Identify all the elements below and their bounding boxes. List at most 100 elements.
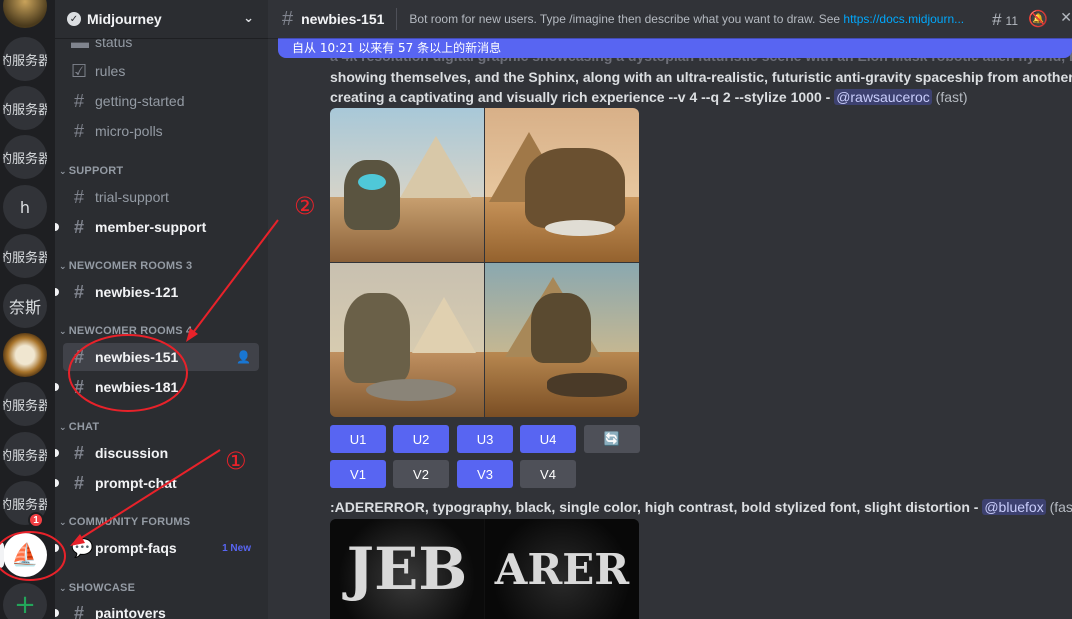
unread-pill [55,288,59,296]
server-icon-6[interactable]: 的服务器 [3,234,47,278]
chevron-down-icon: ⌄ [59,261,67,271]
channel-label: rules [95,63,126,79]
upscale-1-button[interactable]: U1 [330,425,386,453]
category-support[interactable]: ⌄ SUPPORT [59,165,123,177]
forum-icon: 💬 [71,537,94,558]
chevron-down-icon: ⌄ [59,517,67,527]
image-quadrant-4[interactable] [485,263,639,417]
channel-prompt-chat[interactable]: # prompt-chat [55,469,259,497]
typography-image-1[interactable]: JEB [330,519,484,619]
refresh-icon: 🔄 [603,431,621,446]
server-label: h [19,197,31,217]
channel-label: newbies-121 [95,284,179,300]
category-newcomer-4[interactable]: ⌄ NEWCOMER ROOMS 4 [59,325,192,337]
channel-rules[interactable]: ☑ rules [63,57,259,85]
header-divider [396,8,398,30]
server-icon-9[interactable]: 的服务器 [3,382,47,426]
variation-3-button[interactable]: V3 [457,460,513,488]
image-quadrant-1[interactable] [330,108,484,262]
hash-icon: # [73,472,84,493]
variation-2-button[interactable]: V2 [393,460,449,488]
threads-icon: # [992,10,1002,29]
server-icon-1[interactable] [3,0,47,28]
add-server-button[interactable]: + [3,583,47,619]
category-label: COMMUNITY FORUMS [68,516,191,528]
typography-image-2[interactable]: ARER [485,519,639,619]
image-quadrant-2[interactable] [485,108,639,262]
server-icon-4[interactable]: 的服务器 [3,135,47,179]
checkbox-icon: ☑ [71,60,88,81]
user-mention[interactable]: @bluefox [982,499,1046,515]
threads-button[interactable]: #11 [992,10,1018,30]
server-rail: 的服务器 的服务器 的服务器 h 的服务器 奈斯 的服务器 的服务器 的服务器 … [0,0,55,619]
channel-label: micro-polls [95,123,163,139]
channel-paintovers[interactable]: # paintovers [55,599,259,619]
threads-hash-icon: # [73,186,84,207]
upscale-3-button[interactable]: U3 [457,425,513,453]
guild-name: Midjourney [87,11,162,27]
channel-label: newbies-181 [95,379,179,395]
speed-tag: (fast) [935,89,968,105]
user-mention[interactable]: @rawsauceroc [834,89,932,105]
channel-micro-polls[interactable]: # micro-polls [63,117,259,145]
message-1-line-2: showing themselves, and the Sphinx, alon… [330,69,1072,85]
reroll-button[interactable]: 🔄 [584,425,640,453]
threads-hash-icon: # [73,281,84,302]
more-icon[interactable]: ✕ [1060,9,1072,26]
upscale-2-button[interactable]: U2 [393,425,449,453]
variation-4-button[interactable]: V4 [520,460,576,488]
server-icon-clock[interactable] [3,333,47,377]
server-icon-2[interactable]: 的服务器 [3,37,47,81]
message-text: creating a captivating and visually rich… [330,89,835,105]
channel-label: prompt-faqs [95,540,177,556]
unread-pill [55,479,59,487]
upscale-4-button[interactable]: U4 [520,425,576,453]
typography-image-grid[interactable]: JEB ARER [330,519,639,619]
channel-newbies-121[interactable]: # newbies-121 [55,278,259,306]
chevron-down-icon: ⌄ [59,583,67,593]
category-community-forums[interactable]: ⌄ COMMUNITY FORUMS [59,516,190,528]
guild-header[interactable]: ✓ Midjourney ⌄ [55,0,268,38]
message-text: :ADERERROR, typography, black, single co… [330,499,983,515]
invite-member-icon[interactable]: 👤 [236,350,251,364]
generated-image-grid[interactable] [330,108,639,417]
unread-pill [55,449,59,457]
server-icon-10[interactable]: 的服务器 [3,432,47,476]
channel-getting-started[interactable]: # getting-started [63,87,259,115]
midjourney-server-icon[interactable]: ⛵ [3,533,47,577]
channel-newbies-151[interactable]: # newbies-151 👤 [63,343,259,371]
server-label: 的服务器 [3,151,47,167]
channel-label: member-support [95,219,207,235]
category-chat[interactable]: ⌄ CHAT [59,421,99,433]
mute-bell-icon[interactable]: 🔕 [1028,9,1048,29]
channel-label: trial-support [95,189,169,205]
discord-window: 的服务器 的服务器 的服务器 h 的服务器 奈斯 的服务器 的服务器 的服务器 … [0,0,1072,619]
channel-topic[interactable]: Bot room for new users. Type /imagine th… [409,12,965,26]
unread-pill [55,383,59,391]
threads-hash-icon: # [282,7,294,30]
category-newcomer-3[interactable]: ⌄ NEWCOMER ROOMS 3 [59,260,192,272]
category-label: NEWCOMER ROOMS 3 [68,260,193,272]
category-showcase[interactable]: ⌄ SHOWCASE [59,582,135,594]
new-messages-bar[interactable]: 自从 10:21 以来有 57 条以上的新消息 [278,38,1072,58]
image-quadrant-3[interactable] [330,263,484,417]
channel-label: prompt-chat [95,475,177,491]
server-label: 的服务器 [3,497,47,513]
channel-member-support[interactable]: # member-support [55,213,259,241]
chevron-down-icon: ⌄ [59,422,67,432]
message-1-line-3: creating a captivating and visually rich… [330,87,968,107]
variation-1-button[interactable]: V1 [330,460,386,488]
speed-tag: (fast) [1049,499,1072,515]
channel-prompt-faqs[interactable]: 💬 prompt-faqs 1 New [55,534,259,562]
topic-link[interactable]: https://docs.midjourn... [843,12,964,26]
channel-trial-support[interactable]: # trial-support [63,183,259,211]
channel-title: newbies-151 [301,11,385,27]
channel-newbies-181[interactable]: # newbies-181 [55,373,259,401]
channel-discussion[interactable]: # discussion [55,439,259,467]
server-icon-naisi[interactable]: 奈斯 [3,284,47,328]
category-label: NEWCOMER ROOMS 4 [68,325,193,337]
channel-label: paintovers [95,605,166,619]
threads-hash-icon: # [73,376,84,397]
server-icon-3[interactable]: 的服务器 [3,86,47,130]
server-icon-h[interactable]: h [3,185,47,229]
